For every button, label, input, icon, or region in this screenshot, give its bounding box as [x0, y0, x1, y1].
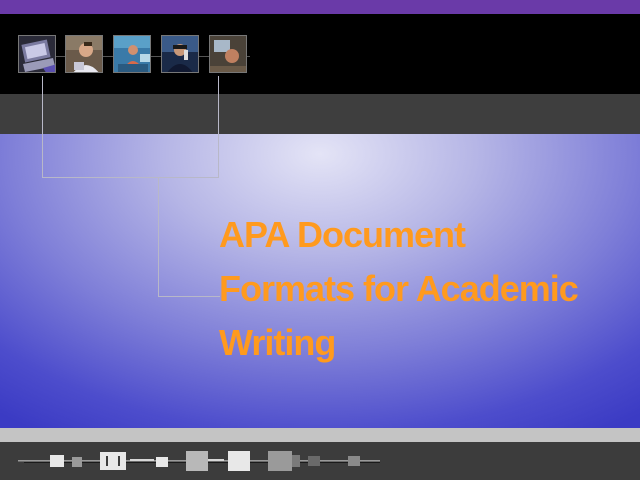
connector-line	[158, 178, 159, 297]
connector-line	[42, 76, 43, 178]
footer-light-band	[0, 428, 640, 442]
top-accent-bar	[0, 0, 640, 14]
title-line-3: Writing	[219, 322, 336, 363]
workstation-photo-icon	[113, 35, 151, 73]
title-line-2: Formats for Academic	[219, 268, 579, 309]
connector-line	[218, 76, 219, 178]
slide: APA Document Formats for Academic Writin…	[0, 0, 640, 480]
laptop-photo-icon	[18, 35, 56, 73]
connector-line	[158, 296, 220, 297]
phone-call-photo-icon	[161, 35, 199, 73]
person-photo-icon	[65, 35, 103, 73]
footer-ornament	[18, 451, 380, 471]
title-line-1: APA Document	[219, 214, 466, 255]
photo-thumbnail-strip	[18, 35, 250, 77]
header-gray-band	[0, 94, 640, 134]
office-photo-icon	[209, 35, 247, 73]
connector-line	[42, 177, 219, 178]
slide-title: APA Document Formats for Academic Writin…	[219, 208, 619, 370]
